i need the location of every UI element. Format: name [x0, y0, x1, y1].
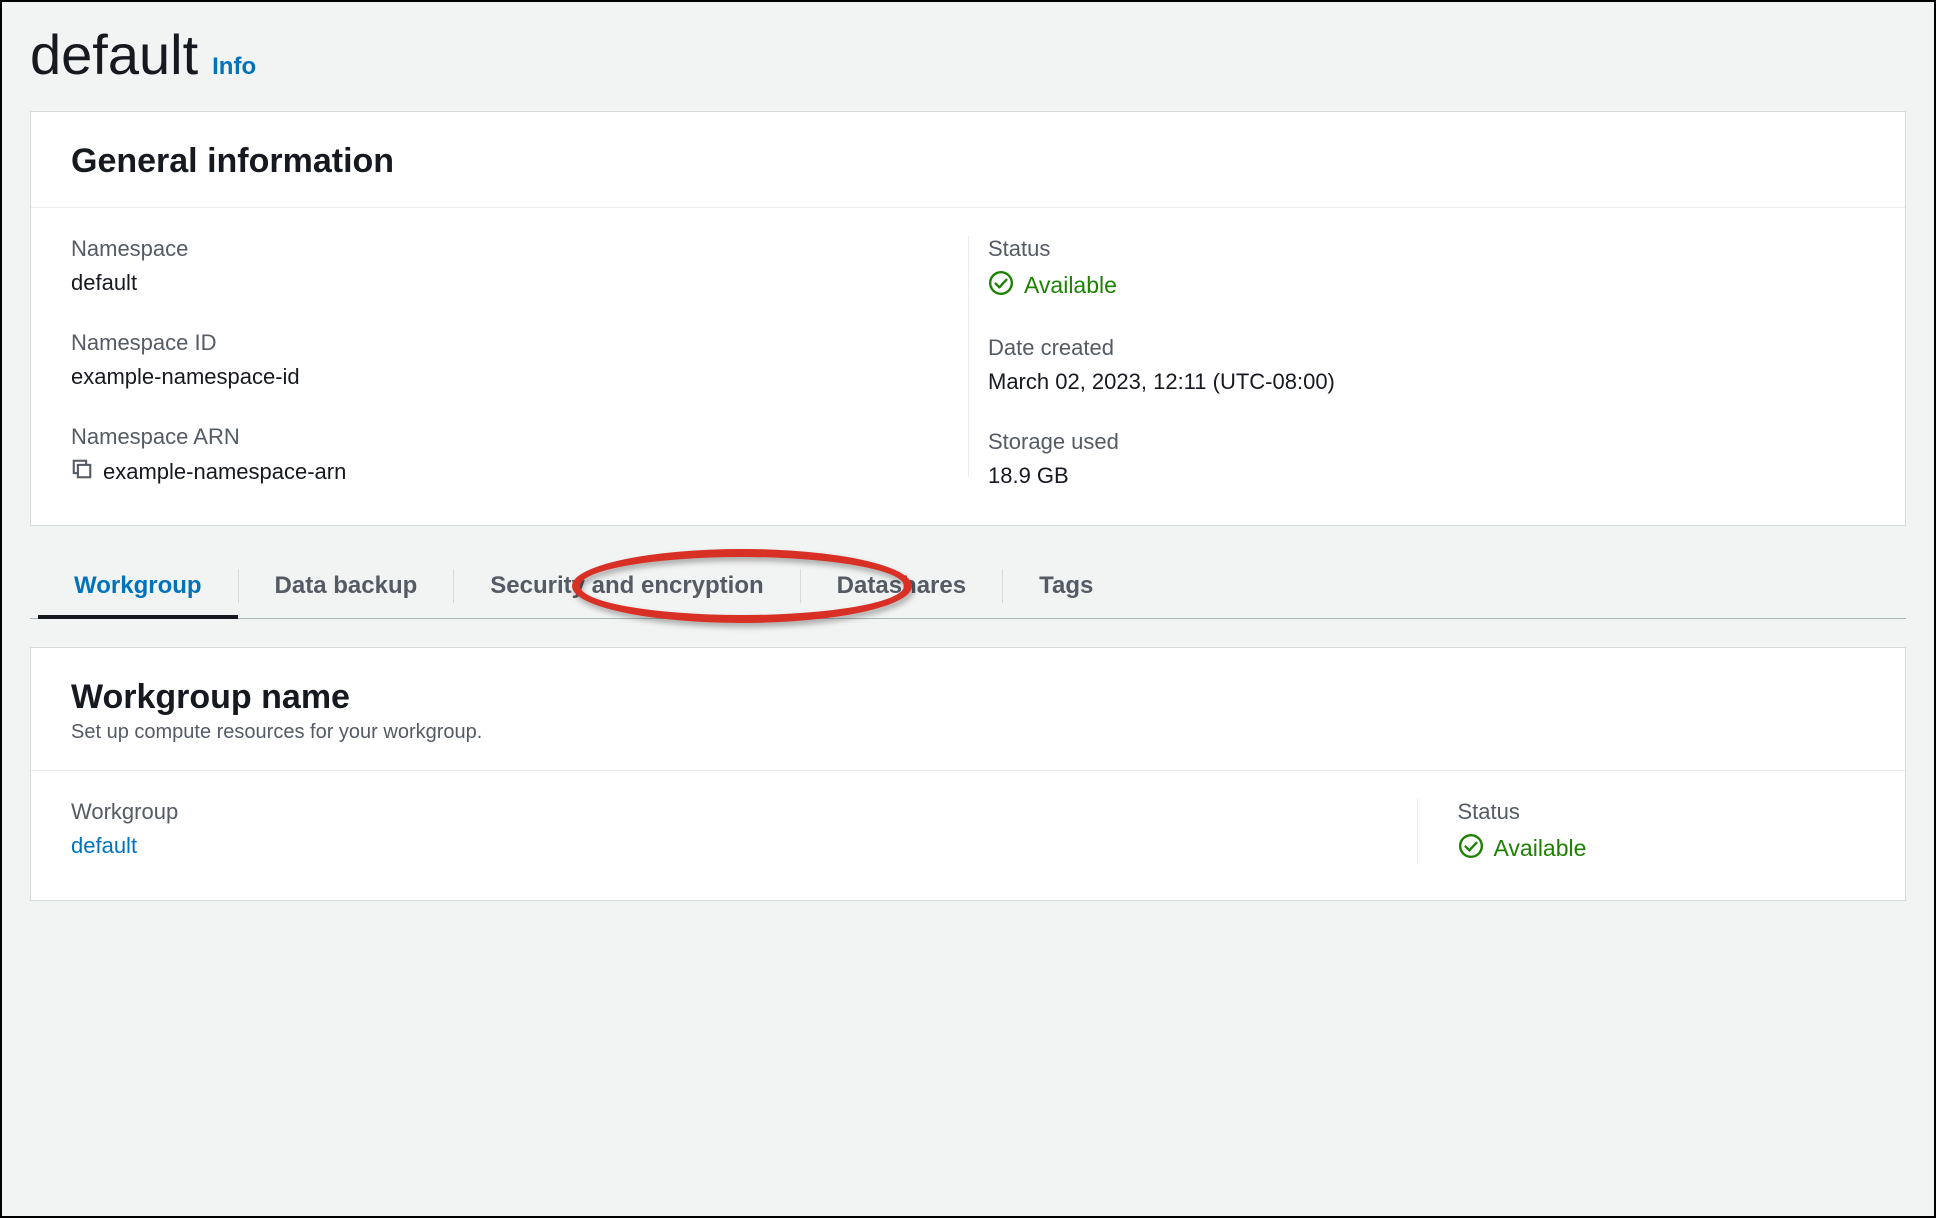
workgroup-label: Workgroup: [71, 799, 1417, 825]
workgroup-column-left: Workgroup default: [71, 799, 1417, 864]
check-circle-icon: [1458, 833, 1484, 864]
general-information-title: General information: [71, 142, 1865, 181]
panel-header: General information: [31, 112, 1905, 208]
workgroup-panel-subtitle: Set up compute resources for your workgr…: [71, 721, 1865, 744]
namespace-id-field: Namespace ID example-namespace-id: [71, 330, 948, 390]
workgroup-panel: Workgroup name Set up compute resources …: [30, 647, 1906, 901]
page-header: default Info: [30, 14, 1906, 111]
workgroup-panel-body: Workgroup default Status Available: [31, 771, 1905, 900]
namespace-value: default: [71, 270, 948, 296]
date-created-field: Date created March 02, 2023, 12:11 (UTC-…: [988, 335, 1865, 395]
namespace-arn-label: Namespace ARN: [71, 424, 948, 450]
namespace-id-value: example-namespace-id: [71, 364, 948, 390]
workgroup-link[interactable]: default: [71, 833, 1417, 859]
namespace-field: Namespace default: [71, 236, 948, 296]
check-circle-icon: [988, 270, 1014, 301]
namespace-arn-value: example-namespace-arn: [103, 459, 346, 485]
workgroup-status-label: Status: [1458, 799, 1866, 825]
info-link[interactable]: Info: [212, 53, 256, 81]
namespace-label: Namespace: [71, 236, 948, 262]
storage-used-field: Storage used 18.9 GB: [988, 429, 1865, 489]
workgroup-panel-header: Workgroup name Set up compute resources …: [31, 648, 1905, 771]
copy-icon[interactable]: [71, 458, 93, 486]
storage-used-label: Storage used: [988, 429, 1865, 455]
workgroup-column-right: Status Available: [1417, 799, 1866, 864]
tab-tags[interactable]: Tags: [1003, 554, 1129, 618]
status-label: Status: [988, 236, 1865, 262]
panel-body: Namespace default Namespace ID example-n…: [31, 208, 1905, 525]
date-created-label: Date created: [988, 335, 1865, 361]
namespace-arn-field: Namespace ARN example-namespace-arn: [71, 424, 948, 486]
namespace-id-label: Namespace ID: [71, 330, 948, 356]
general-information-panel: General information Namespace default Na…: [30, 111, 1906, 526]
tab-security-encryption[interactable]: Security and encryption: [454, 554, 799, 618]
info-column-left: Namespace default Namespace ID example-n…: [71, 236, 948, 489]
tabs-row: Workgroup Data backup Security and encry…: [30, 554, 1906, 619]
tab-workgroup[interactable]: Workgroup: [38, 554, 238, 618]
page-title: default: [30, 22, 198, 87]
storage-used-value: 18.9 GB: [988, 463, 1865, 489]
tab-data-backup[interactable]: Data backup: [239, 554, 454, 618]
status-field: Status Available: [988, 236, 1865, 301]
status-value: Available: [1024, 272, 1117, 299]
info-column-right: Status Available Date cr: [948, 236, 1865, 489]
date-created-value: March 02, 2023, 12:11 (UTC-08:00): [988, 369, 1865, 395]
tab-datashares[interactable]: Datashares: [801, 554, 1002, 618]
workgroup-status-value: Available: [1494, 835, 1587, 862]
workgroup-panel-title: Workgroup name: [71, 678, 1865, 717]
